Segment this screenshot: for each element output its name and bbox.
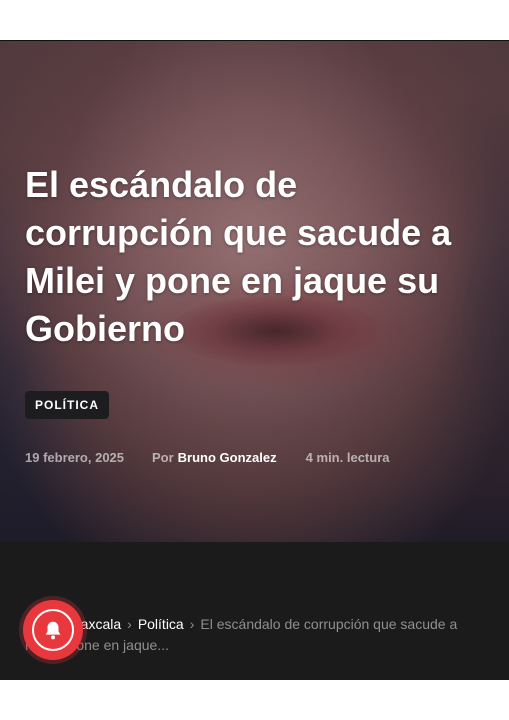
- bell-icon: [45, 621, 61, 640]
- article-hero: El escándalo de corrupción que sacude a …: [0, 40, 509, 543]
- article-meta: 19 febrero, 2025 Por Bruno Gonzalez 4 mi…: [25, 450, 389, 465]
- author-link[interactable]: Bruno Gonzalez: [178, 450, 306, 465]
- author-prefix: Por: [152, 450, 174, 465]
- article-date: 19 febrero, 2025: [25, 450, 125, 465]
- article-title: El escándalo de corrupción que sacude a …: [25, 164, 452, 349]
- breadcrumb-separator-icon: ›: [189, 616, 195, 632]
- read-time: 4 min. lectura: [305, 450, 390, 465]
- top-blank-area: [0, 0, 509, 40]
- notification-bell-button[interactable]: [23, 600, 83, 660]
- bottom-blank-area: [0, 680, 509, 720]
- breadcrumb: Tlaxcala › Política › El escándalo de corrup…: [25, 614, 465, 656]
- category-badge[interactable]: POLÍTICA: [25, 391, 109, 419]
- breadcrumb-section-link[interactable]: Política: [138, 616, 184, 632]
- breadcrumb-separator-icon: ›: [127, 616, 132, 632]
